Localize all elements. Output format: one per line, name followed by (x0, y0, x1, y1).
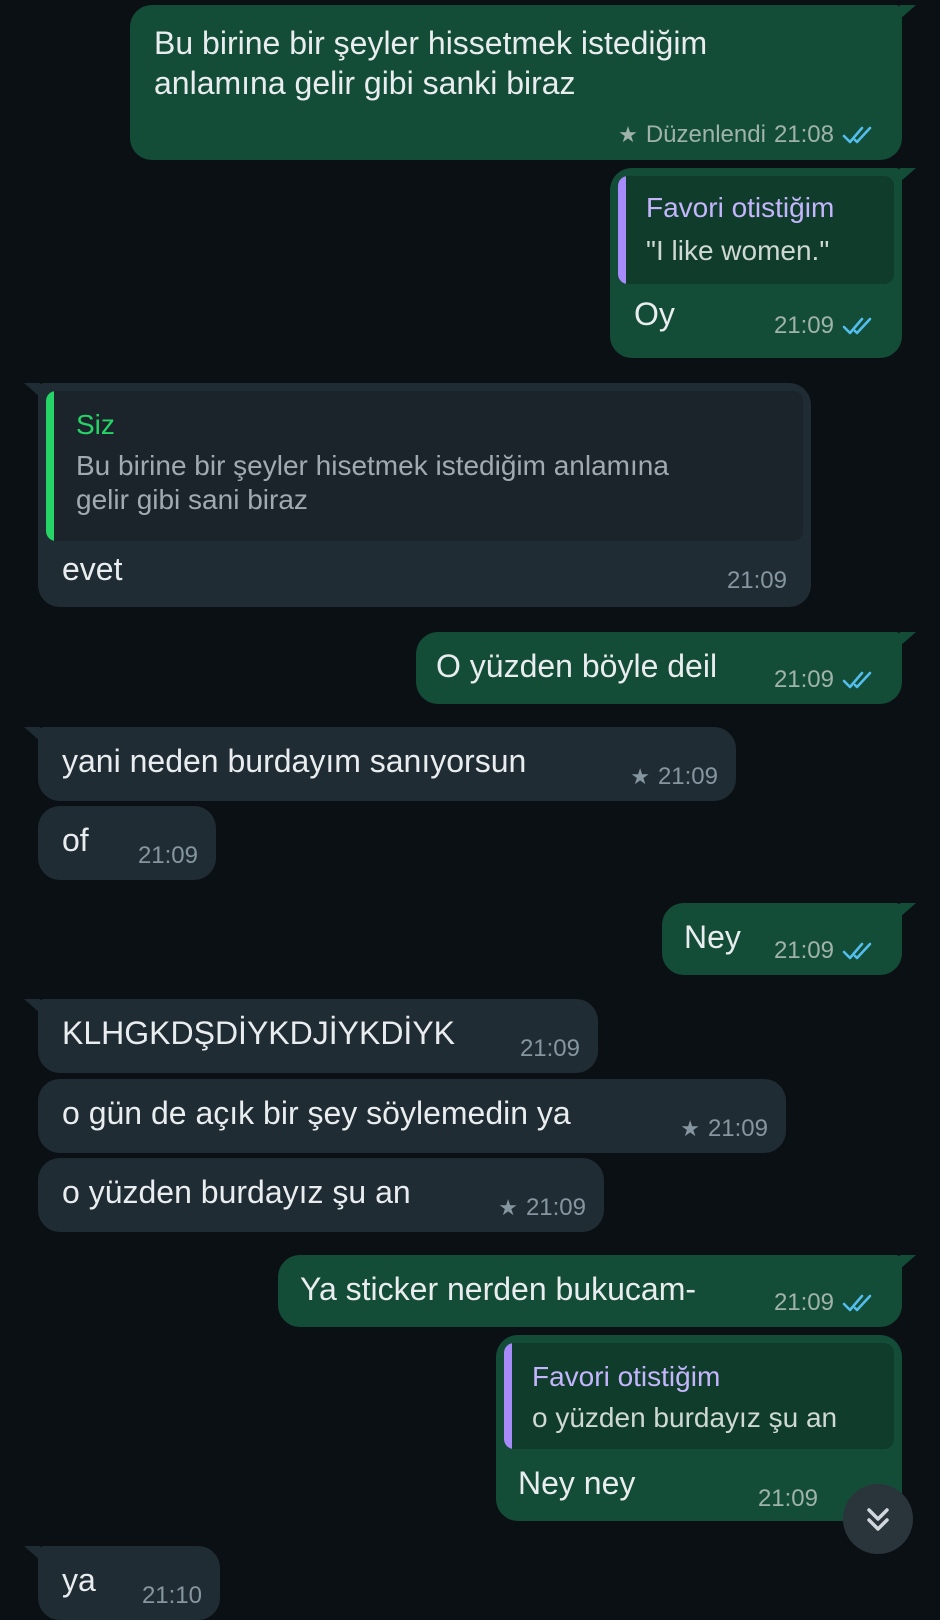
message-meta: 21:09 (774, 937, 876, 965)
message-time: 21:09 (773, 666, 834, 693)
read-ticks-icon (842, 668, 876, 692)
quoted-sender: Siz (76, 409, 115, 440)
message-meta: ★ 21:09 (680, 1115, 768, 1143)
quoted-text-line-2: gelir gibi sani biraz (76, 484, 308, 515)
quoted-sender: Favori otistiğim (532, 1361, 721, 1392)
message-meta: 21:09 (774, 1289, 876, 1317)
message-bubble-outgoing[interactable]: Bu birine bir şeyler hissetmek istediğim… (130, 5, 916, 160)
message-time: 21:09 (137, 842, 198, 869)
message-text: of (62, 822, 89, 858)
message-text: Ney ney (518, 1465, 636, 1501)
quoted-sender: Favori otistiğim (646, 192, 835, 223)
read-ticks-icon (842, 314, 876, 338)
message-bubble-incoming[interactable]: yani neden burdayım sanıyorsun ★ 21:09 (24, 727, 736, 801)
message-time: 21:09 (657, 763, 718, 790)
message-time: 21:10 (141, 1582, 202, 1609)
message-bubble-incoming[interactable]: o gün de açık bir şey söylemedin ya ★ 21… (38, 1079, 786, 1153)
message-meta: ★ Düzenlendi 21:08 (618, 121, 876, 149)
read-ticks-icon (842, 123, 876, 147)
message-meta: ★ 21:09 (498, 1194, 586, 1222)
message-time: 21:09 (525, 1194, 586, 1221)
star-icon: ★ (680, 1116, 700, 1141)
message-meta: 21:10 (142, 1582, 202, 1610)
message-bubble-outgoing[interactable]: Ya sticker nerden bukucam- 21:09 (278, 1255, 916, 1327)
message-text-line-2: anlamına gelir gibi sanki biraz (154, 65, 576, 101)
message-time: 21:09 (773, 1289, 834, 1316)
double-chevron-down-icon (867, 1508, 889, 1531)
message-time: 21:09 (773, 937, 834, 964)
message-meta: 21:09 (520, 1035, 580, 1063)
message-text: KLHGKDŞDİYKDJİYKDİYK (62, 1015, 455, 1051)
message-text-line-1: Bu birine bir şeyler hissetmek istediğim (154, 25, 708, 61)
message-text: O yüzden böyle deil (436, 648, 718, 684)
message-text: Ney (684, 919, 741, 955)
quoted-text-line-1: Bu birine bir şeyler hisetmek istediğim … (76, 450, 669, 481)
message-bubble-outgoing[interactable]: Favori otistiğim "I like women." Oy 21:0… (610, 168, 916, 358)
quote-bar (618, 176, 626, 284)
message-text: evet (62, 551, 123, 587)
star-icon: ★ (498, 1195, 518, 1220)
message-text: o gün de açık bir şey söylemedin ya (62, 1095, 571, 1131)
message-bubble-incoming[interactable]: Siz Bu birine bir şeyler hisetmek istedi… (24, 383, 811, 607)
message-time: 21:09 (519, 1035, 580, 1062)
message-text: Oy (634, 296, 675, 332)
quote-bar (46, 391, 54, 541)
message-text: Ya sticker nerden bukucam- (300, 1271, 697, 1307)
message-bubble-incoming[interactable]: o yüzden burdayız şu an ★ 21:09 (38, 1158, 604, 1232)
message-meta: 21:09 (138, 842, 198, 870)
read-ticks-icon (842, 939, 876, 963)
message-meta: 21:09 (758, 1485, 818, 1513)
message-time: 21:09 (773, 312, 834, 339)
message-text: ya (62, 1562, 96, 1598)
message-bubble-incoming[interactable]: of 21:09 (38, 806, 216, 880)
quoted-message[interactable]: Favori otistiğim "I like women." (618, 176, 894, 284)
message-meta: 21:09 (727, 567, 787, 595)
message-meta: ★ 21:09 (630, 763, 718, 791)
message-bubble-incoming[interactable]: ya 21:10 (24, 1546, 220, 1620)
message-time: 21:08 (773, 121, 834, 148)
star-icon: ★ (630, 764, 650, 789)
message-bubble-incoming[interactable]: KLHGKDŞDİYKDJİYKDİYK 21:09 (24, 999, 598, 1073)
message-meta: 21:09 (774, 312, 876, 340)
message-time: 21:09 (726, 567, 787, 594)
message-time: 21:09 (757, 1485, 818, 1512)
quoted-message[interactable]: Siz Bu birine bir şeyler hisetmek istedi… (46, 391, 803, 541)
quoted-text: o yüzden burdayız şu an (532, 1402, 838, 1433)
message-bubble-outgoing[interactable]: Ney 21:09 (662, 903, 916, 975)
message-text: yani neden burdayım sanıyorsun (62, 743, 527, 779)
message-bubble-outgoing[interactable]: Favori otistiğim o yüzden burdayız şu an… (496, 1335, 902, 1521)
message-text: o yüzden burdayız şu an (62, 1174, 411, 1210)
edited-label: Düzenlendi (645, 121, 766, 148)
scroll-to-bottom-button[interactable] (843, 1484, 913, 1554)
quote-bar (504, 1343, 512, 1449)
quoted-message[interactable]: Favori otistiğim o yüzden burdayız şu an (504, 1343, 894, 1449)
message-meta: 21:09 (774, 666, 876, 694)
message-bubble-outgoing[interactable]: O yüzden böyle deil 21:09 (416, 632, 916, 704)
read-ticks-icon (842, 1291, 876, 1315)
message-time: 21:09 (707, 1115, 768, 1142)
quoted-text: "I like women." (646, 235, 830, 266)
star-icon: ★ (618, 122, 638, 147)
